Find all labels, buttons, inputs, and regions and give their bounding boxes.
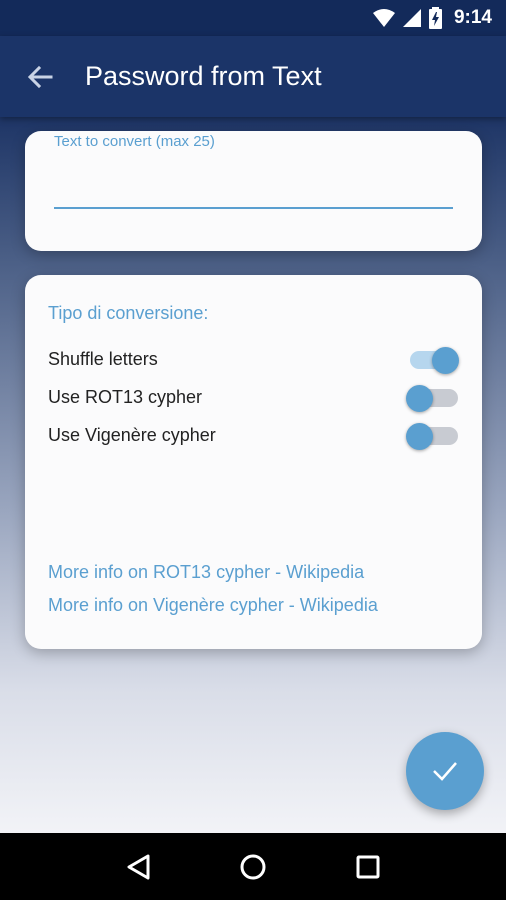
signal-icon [402,9,421,27]
text-input-label: Text to convert (max 25) [54,133,215,150]
triangle-back-icon [127,854,150,879]
switch-thumb [406,423,433,450]
app-bar: Password from Text [0,36,506,117]
status-clock: 9:14 [453,7,492,28]
content-area: Text to convert (max 25) Tipo di convers… [0,117,506,833]
rot13-switch[interactable] [406,381,458,413]
conversion-options-card: Tipo di conversione: Shuffle letters Use… [25,275,482,649]
switch-thumb [406,385,433,412]
battery-icon [428,7,442,29]
confirm-fab-button[interactable] [406,732,484,810]
text-to-convert-input[interactable] [54,159,453,209]
system-nav-bar [0,833,506,900]
option-vigenere: Use Vigenère cypher [48,419,458,451]
rot13-wikipedia-link[interactable]: More info on ROT13 cypher - Wikipedia [48,562,364,583]
nav-recents-button[interactable] [348,847,388,887]
back-button[interactable] [20,57,60,97]
option-label: Shuffle letters [48,348,158,369]
status-bar: 9:14 [0,0,506,36]
nav-home-button[interactable] [233,847,273,887]
arrow-left-icon [27,65,53,88]
wifi-icon [372,9,395,27]
square-recents-icon [356,855,380,878]
shuffle-letters-switch[interactable] [406,343,459,375]
circle-home-icon [240,854,266,879]
check-icon [433,762,457,781]
switch-thumb [432,347,459,374]
option-shuffle-letters: Shuffle letters [48,343,459,375]
vigenere-wikipedia-link[interactable]: More info on Vigenère cypher - Wikipedia [48,595,378,616]
option-label: Use Vigenère cypher [48,424,216,445]
conversion-type-heading: Tipo di conversione: [48,303,209,323]
nav-back-button[interactable] [118,847,158,887]
option-rot13: Use ROT13 cypher [48,381,458,413]
page-title: Password from Text [85,61,322,91]
text-input-card: Text to convert (max 25) [25,131,482,251]
option-label: Use ROT13 cypher [48,386,203,407]
vigenere-switch[interactable] [406,419,458,451]
